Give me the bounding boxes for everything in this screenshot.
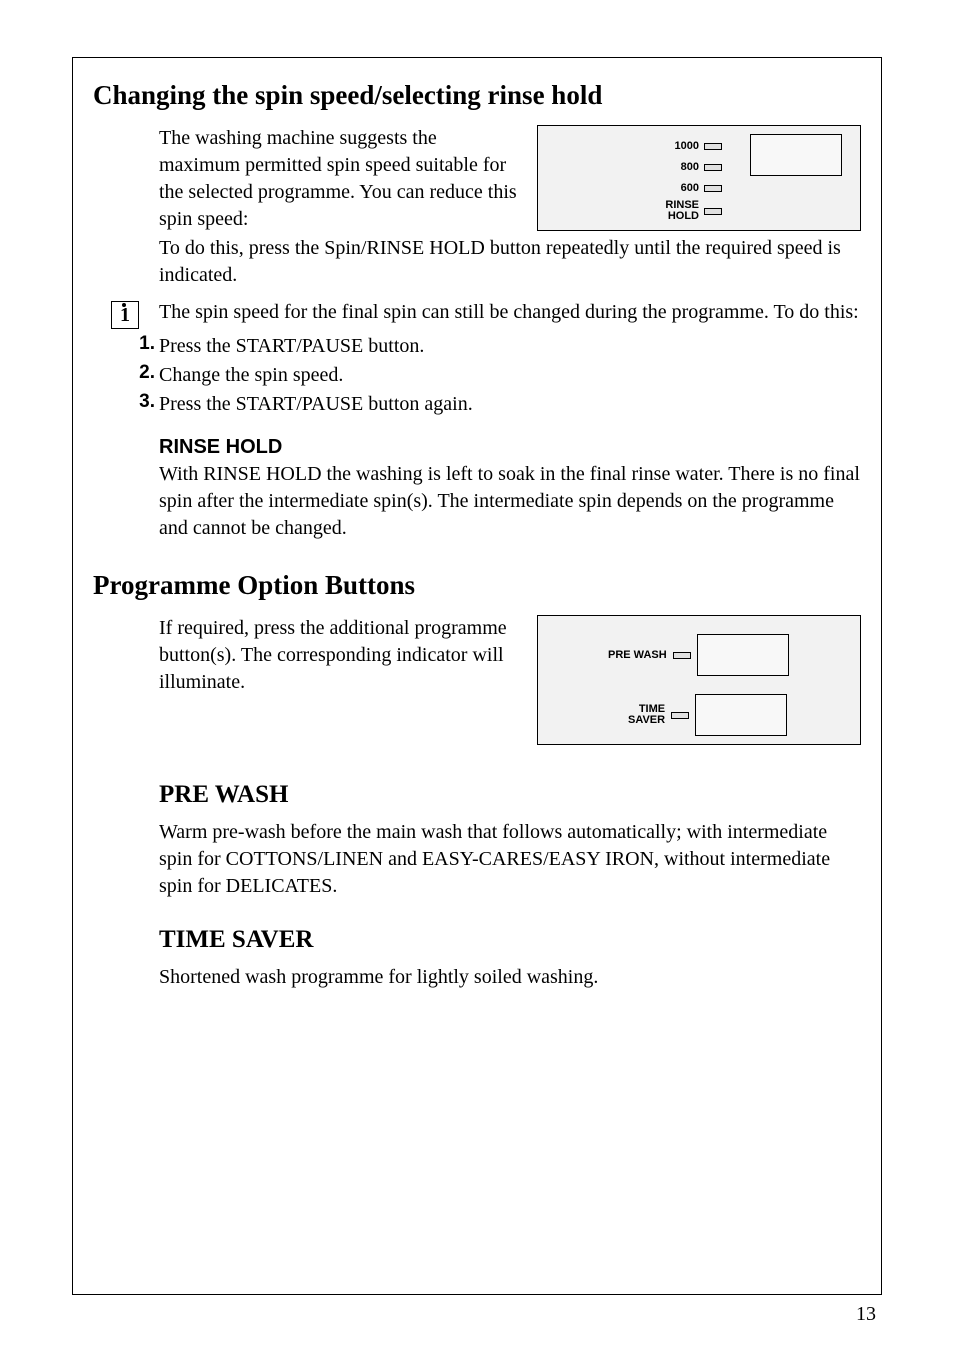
- led-icon: [704, 164, 722, 171]
- spin-row-1000: 1000: [550, 136, 730, 156]
- spin-row-600: 600: [550, 178, 730, 198]
- led-icon: [704, 143, 722, 150]
- option-row-prewash: PRE WASH: [608, 634, 789, 676]
- spin-para-2: To do this, press the Spin/RINSE HOLD bu…: [159, 235, 861, 289]
- heading-prewash: PRE WASH: [159, 781, 861, 809]
- list-item: 2. Change the spin speed.: [129, 362, 861, 389]
- led-icon: [673, 652, 691, 659]
- option-label-saver: SAVER: [628, 714, 665, 726]
- options-text-col: If required, press the additional progra…: [159, 615, 537, 696]
- spin-steps-list: 1. Press the START/PAUSE button. 2. Chan…: [129, 333, 861, 418]
- heading-programme-options: Programme Option Buttons: [93, 570, 861, 601]
- led-icon: [704, 208, 722, 215]
- step-number-3: 3.: [129, 391, 155, 413]
- section-options: Programme Option Buttons If required, pr…: [93, 570, 861, 745]
- option-button-prewash: [697, 634, 789, 676]
- step-text-1: Press the START/PAUSE button.: [159, 333, 424, 360]
- spin-panel-illustration: 1000 800 600 RINSE HOLD: [537, 125, 861, 231]
- option-button-timesaver: [695, 694, 787, 736]
- spin-label-hold: HOLD: [668, 210, 699, 222]
- info-row: 1 The spin speed for the final spin can …: [93, 299, 861, 329]
- rinse-hold-label: RINSE HOLD: [159, 436, 861, 459]
- spin-label-800: 800: [681, 162, 699, 173]
- list-item: 3. Press the START/PAUSE button again.: [129, 391, 861, 418]
- spin-para-1: The washing machine suggests the maximum…: [159, 125, 519, 233]
- options-panel-illustration: PRE WASH TIME SAVER: [537, 615, 861, 745]
- led-icon: [671, 712, 689, 719]
- led-icon: [704, 185, 722, 192]
- spin-label-1000: 1000: [675, 141, 699, 152]
- timesaver-text: Shortened wash programme for lightly soi…: [159, 964, 861, 991]
- page-content: Changing the spin speed/selecting rinse …: [73, 58, 881, 1011]
- info-icon: 1: [111, 301, 139, 329]
- step-number-1: 1.: [129, 333, 155, 355]
- options-para: If required, press the additional progra…: [159, 615, 519, 696]
- heading-spin-speed: Changing the spin speed/selecting rinse …: [93, 80, 861, 111]
- spin-intro-text-col: The washing machine suggests the maximum…: [159, 125, 537, 233]
- info-text: The spin speed for the final spin can st…: [159, 299, 861, 326]
- spin-panel-inner: 1000 800 600 RINSE HOLD: [550, 136, 848, 224]
- step-number-2: 2.: [129, 362, 155, 384]
- page-frame: Changing the spin speed/selecting rinse …: [72, 57, 882, 1295]
- heading-timesaver: TIME SAVER: [159, 926, 861, 954]
- spin-label-rinsehold: RINSE HOLD: [665, 200, 699, 222]
- options-intro-row: If required, press the additional progra…: [159, 615, 861, 745]
- spin-row-800: 800: [550, 157, 730, 177]
- step-text-2: Change the spin speed.: [159, 362, 343, 389]
- list-item: 1. Press the START/PAUSE button.: [129, 333, 861, 360]
- page-number: 13: [856, 1303, 876, 1326]
- option-label-prewash: PRE WASH: [608, 650, 667, 661]
- info-icon-dot: [122, 303, 126, 307]
- spin-label-600: 600: [681, 183, 699, 194]
- prewash-text: Warm pre-wash before the main wash that …: [159, 819, 861, 900]
- spin-intro-row: The washing machine suggests the maximum…: [159, 125, 861, 233]
- option-row-timesaver: TIME SAVER: [628, 694, 787, 736]
- info-icon-letter: 1: [120, 304, 130, 327]
- step-text-3: Press the START/PAUSE button again.: [159, 391, 473, 418]
- rinse-hold-text: With RINSE HOLD the washing is left to s…: [159, 461, 861, 542]
- option-label-timesaver: TIME SAVER: [628, 704, 665, 726]
- spin-row-rinsehold: RINSE HOLD: [550, 199, 730, 223]
